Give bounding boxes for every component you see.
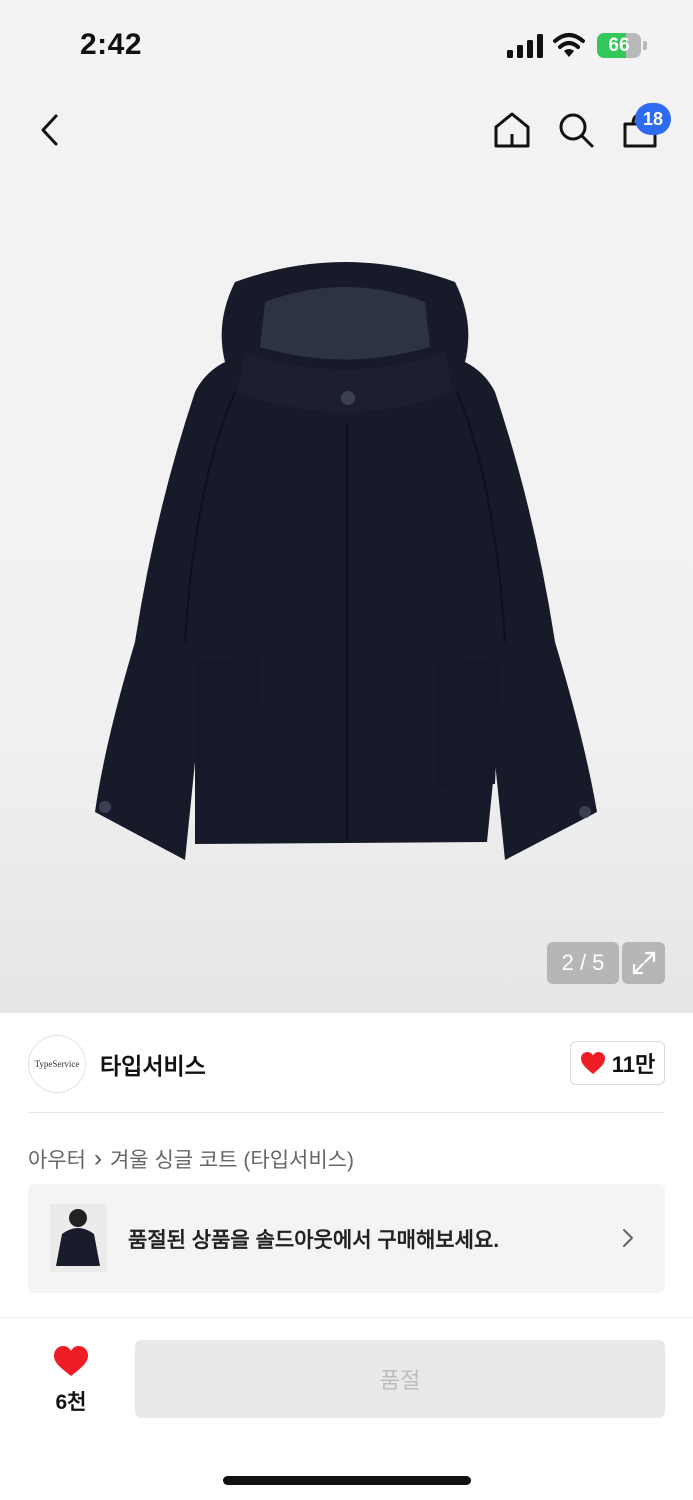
- back-icon[interactable]: [30, 108, 70, 152]
- heart-icon: [54, 1346, 88, 1376]
- sold-out-button[interactable]: 품절: [135, 1340, 665, 1418]
- breadcrumb-category[interactable]: 아우터: [28, 1144, 86, 1174]
- search-icon[interactable]: [554, 108, 598, 152]
- product-image[interactable]: [85, 262, 605, 862]
- image-counter: 2 / 5: [547, 942, 619, 984]
- wifi-icon: [553, 33, 585, 57]
- status-time: 2:42: [80, 28, 143, 61]
- heart-icon: [580, 1052, 605, 1074]
- breadcrumb-separator-icon: ›: [93, 1145, 102, 1172]
- brand-logo[interactable]: TypeService: [28, 1035, 86, 1093]
- bottom-bar-divider: [0, 1317, 693, 1318]
- expand-icon: [632, 951, 655, 975]
- home-icon[interactable]: [490, 108, 534, 152]
- wishlist-button[interactable]: 6천: [38, 1340, 104, 1420]
- home-indicator: [223, 1476, 471, 1485]
- battery-icon: 66: [597, 33, 647, 58]
- brand-like-count: 11만: [611, 1052, 656, 1077]
- breadcrumb: 아우터 › 겨울 싱글 코트 (타입서비스): [28, 1144, 354, 1174]
- chevron-right-icon[interactable]: [618, 1224, 638, 1252]
- brand-like-button[interactable]: 11만: [570, 1041, 665, 1085]
- breadcrumb-product: 겨울 싱글 코트 (타입서비스): [109, 1149, 354, 1172]
- battery-percent: 66: [608, 35, 630, 56]
- brand-name[interactable]: 타입서비스: [100, 1047, 206, 1081]
- wishlist-count: 6천: [55, 1391, 87, 1414]
- promo-thumbnail: [50, 1204, 107, 1272]
- brand-row[interactable]: TypeService 타입서비스 11만: [28, 1033, 665, 1093]
- soldout-promo-banner[interactable]: 품절된 상품을 솔드아웃에서 구매해보세요.: [28, 1184, 665, 1293]
- expand-button[interactable]: [622, 942, 665, 984]
- promo-text: 품절된 상품을 솔드아웃에서 구매해보세요.: [128, 1229, 500, 1252]
- cart-count-badge[interactable]: 18: [635, 103, 671, 135]
- cellular-signal-icon: [507, 34, 543, 58]
- divider: [28, 1112, 665, 1113]
- status-bar: 2:42 66: [0, 0, 693, 90]
